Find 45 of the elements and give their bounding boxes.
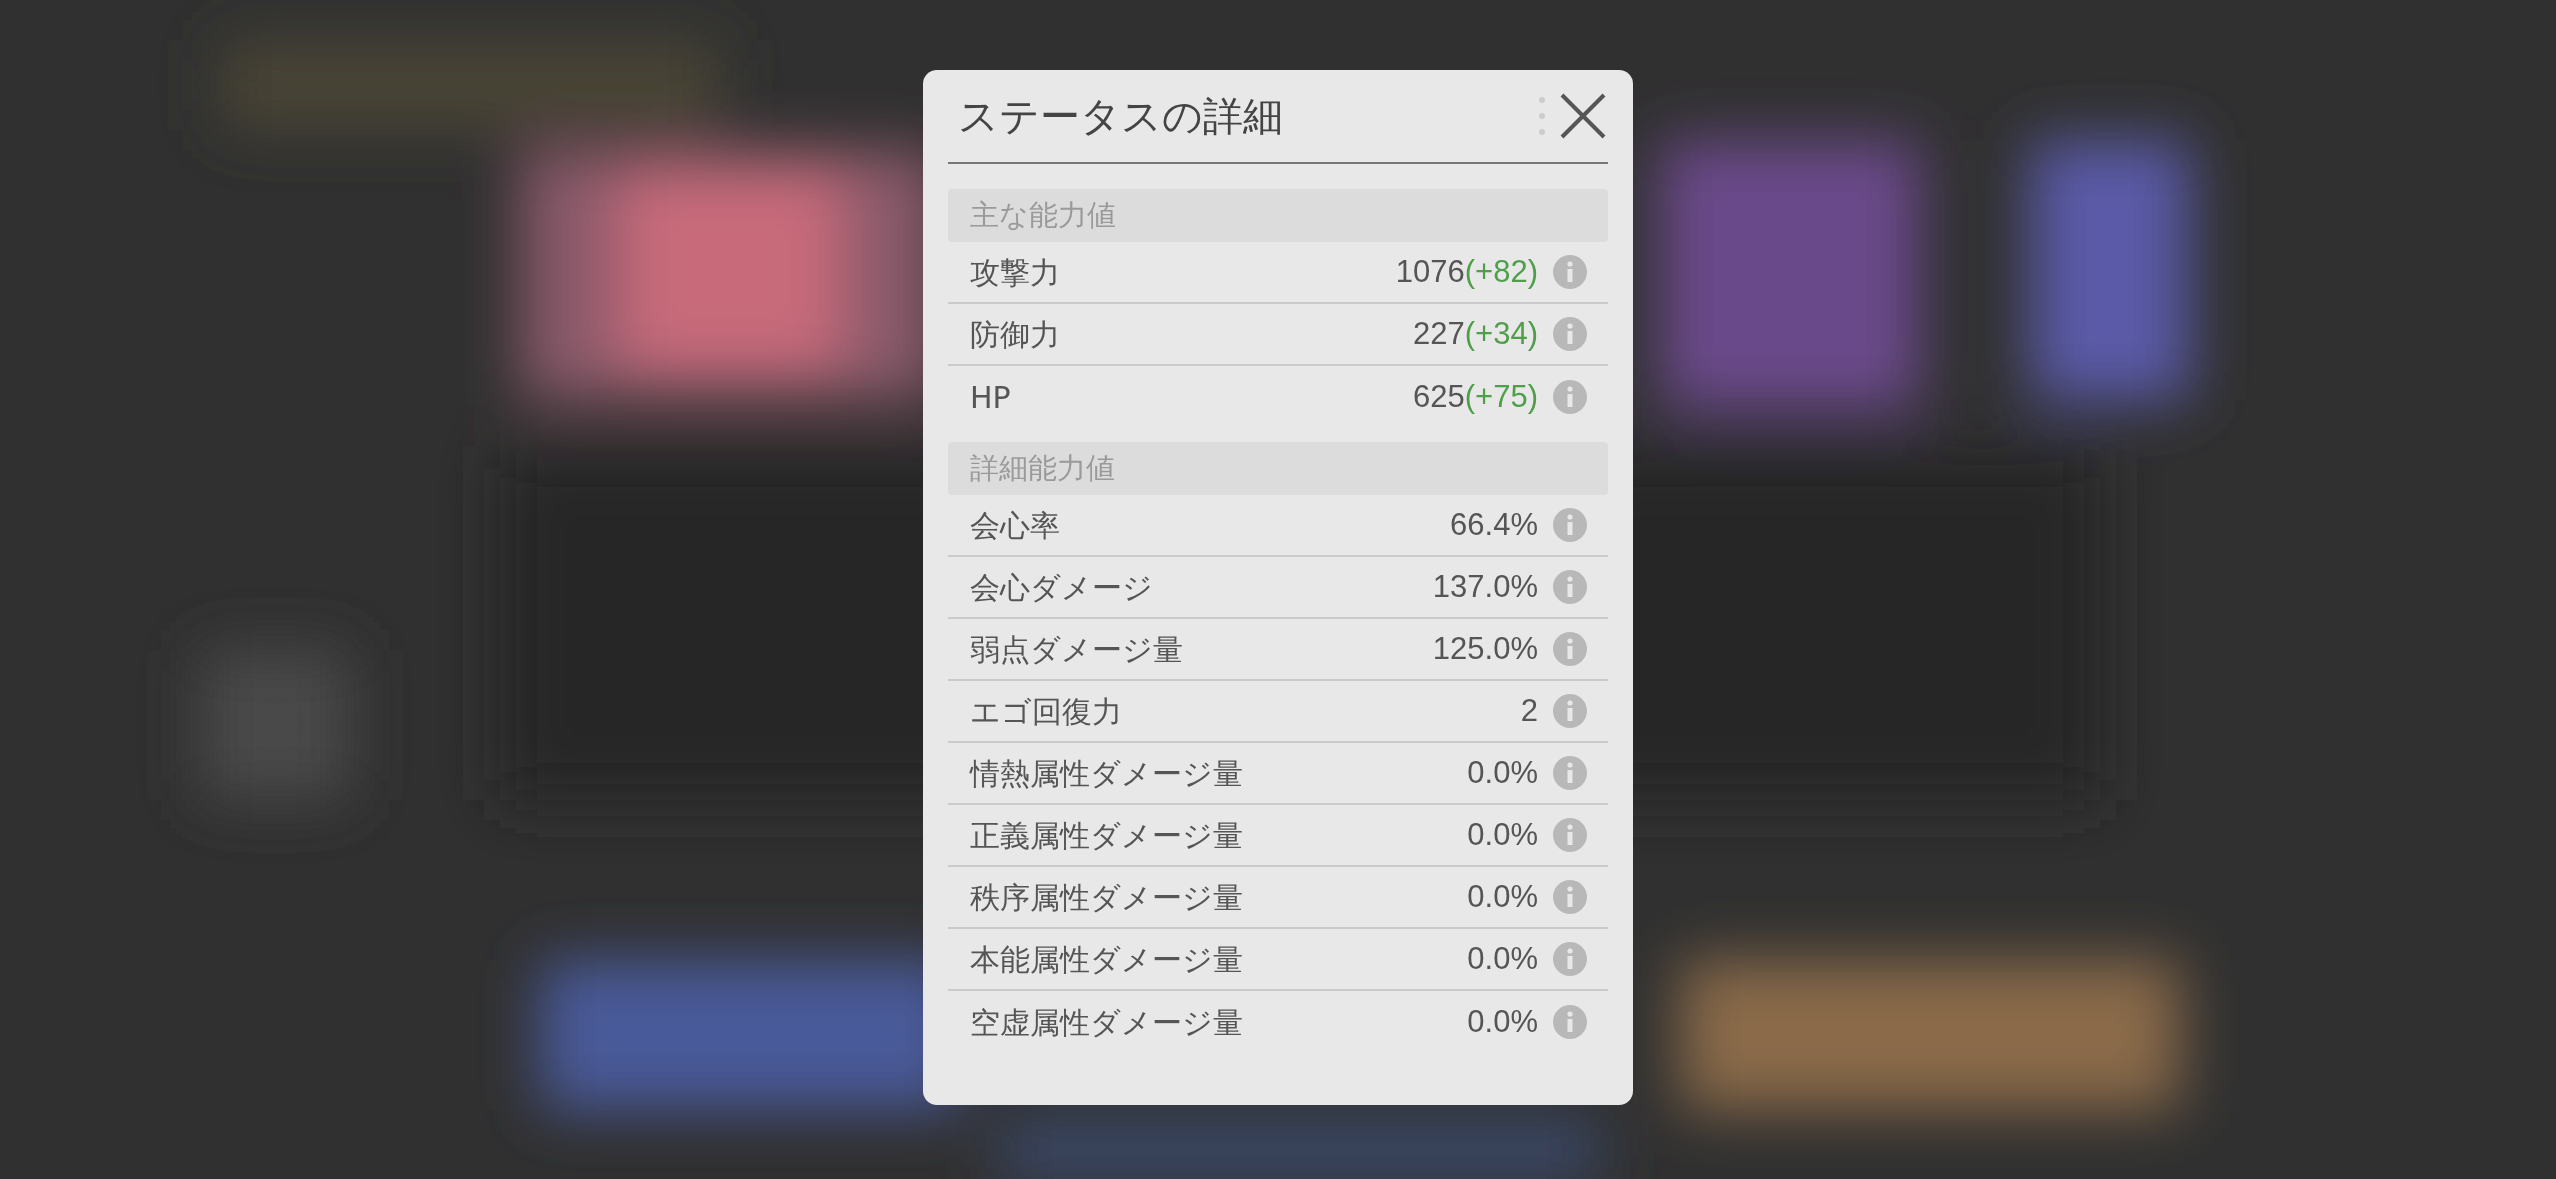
info-icon[interactable]: [1552, 755, 1588, 791]
info-icon[interactable]: [1552, 379, 1588, 415]
stat-value: 0.0%: [1467, 1002, 1538, 1041]
stat-bonus: (+34): [1464, 314, 1538, 353]
section-title: 主な能力値: [970, 196, 1116, 234]
stat-label: 攻撃力: [970, 253, 1061, 292]
stat-label: HP: [970, 378, 1012, 417]
info-icon[interactable]: [1552, 507, 1588, 543]
stat-value: 625: [1413, 377, 1465, 416]
stat-label: 防御力: [970, 315, 1061, 354]
stat-bonus: (+82): [1464, 252, 1538, 291]
stat-label: 本能属性ダメージ量: [970, 940, 1244, 979]
stat-value: 227: [1413, 314, 1465, 353]
stat-label: エゴ回復力: [970, 692, 1123, 731]
dialog-title: ステータスの詳細: [957, 92, 1284, 141]
stat-bonus: (+75): [1464, 377, 1538, 416]
info-icon[interactable]: [1552, 631, 1588, 667]
info-icon[interactable]: [1552, 879, 1588, 915]
info-icon[interactable]: [1552, 693, 1588, 729]
info-icon[interactable]: [1552, 817, 1588, 853]
stat-label: 会心ダメージ: [970, 568, 1154, 607]
stat-value: 125.0%: [1432, 629, 1538, 668]
stat-label: 弱点ダメージ量: [970, 630, 1184, 669]
stat-value: 66.4%: [1450, 505, 1538, 544]
stat-value: 0.0%: [1467, 939, 1538, 978]
info-icon[interactable]: [1552, 254, 1588, 290]
stat-value: 0.0%: [1467, 753, 1538, 792]
info-icon[interactable]: [1552, 569, 1588, 605]
stat-label: 正義属性ダメージ量: [970, 816, 1244, 855]
info-icon[interactable]: [1552, 941, 1588, 977]
stat-value: 0.0%: [1467, 815, 1538, 854]
stat-label: 会心率: [970, 506, 1061, 545]
drag-handle-icon: [1538, 96, 1546, 136]
close-icon: [1560, 93, 1606, 139]
section-title: 詳細能力値: [970, 449, 1115, 487]
stat-label: 秩序属性ダメージ量: [970, 878, 1244, 917]
info-icon[interactable]: [1552, 316, 1588, 352]
stat-value: 137.0%: [1432, 567, 1538, 606]
stat-label: 情熱属性ダメージ量: [970, 754, 1244, 793]
info-icon[interactable]: [1552, 1004, 1588, 1040]
stat-value: 1076: [1395, 252, 1465, 291]
stat-value: 2: [1520, 691, 1538, 730]
close-button[interactable]: [1558, 91, 1608, 141]
stat-label: 空虚属性ダメージ量: [970, 1003, 1244, 1042]
stat-value: 0.0%: [1467, 877, 1538, 916]
